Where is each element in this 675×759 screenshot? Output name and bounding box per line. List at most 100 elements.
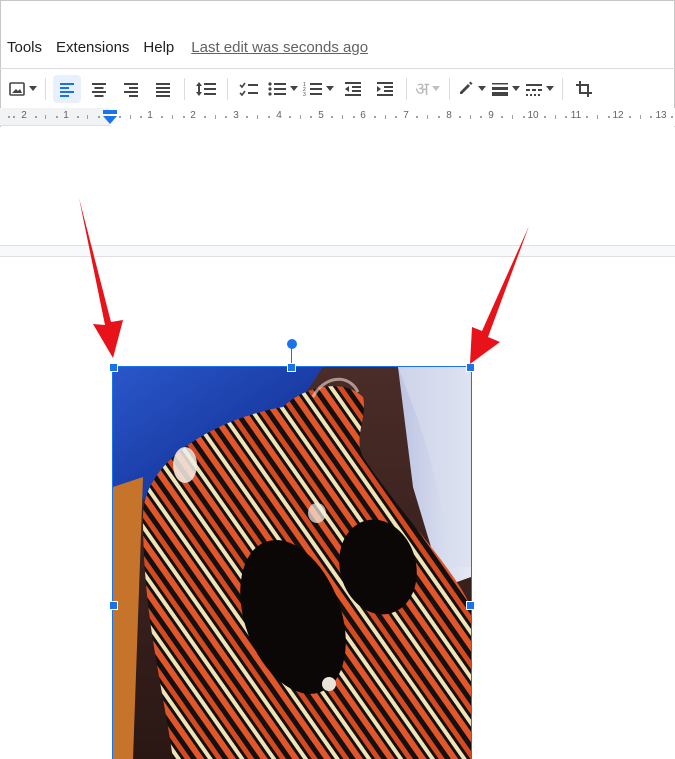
- ruler-tick: [130, 115, 131, 119]
- selected-image[interactable]: [112, 366, 472, 759]
- align-center-button[interactable]: [85, 75, 113, 103]
- page-break: [0, 245, 675, 257]
- ruler-tick: [427, 115, 428, 119]
- ruler-dot: [13, 116, 15, 118]
- ruler-tick: [385, 115, 386, 119]
- ruler-tick: [300, 115, 301, 119]
- ruler-label: 1: [147, 110, 153, 121]
- ruler-tick: [470, 115, 471, 119]
- align-left-button[interactable]: [53, 74, 81, 103]
- numbered-list-icon: 123: [303, 82, 322, 98]
- menu-extensions[interactable]: Extensions: [49, 39, 136, 56]
- increase-indent-icon: [377, 81, 393, 96]
- border-weight-button[interactable]: [491, 75, 521, 103]
- toolbar-divider: [184, 77, 185, 100]
- ruler-dot: [246, 116, 248, 118]
- increase-indent-button[interactable]: [371, 75, 399, 103]
- line-spacing-icon: [196, 81, 216, 96]
- ruler-dot: [480, 116, 482, 118]
- decrease-indent-button[interactable]: [339, 75, 367, 103]
- svg-text:3: 3: [303, 92, 306, 98]
- border-dash-button[interactable]: [525, 75, 555, 103]
- ruler-label: 7: [403, 110, 409, 121]
- checklist-icon: [239, 82, 258, 96]
- menu-bar: Tools Extensions Help Last edit was seco…: [0, 30, 675, 64]
- ruler-dot: [586, 116, 588, 118]
- ruler-label: 1: [63, 110, 69, 121]
- ruler-tick: [597, 115, 598, 119]
- input-tools-button[interactable]: अ: [414, 75, 442, 103]
- ruler-label: 9: [488, 110, 494, 121]
- align-left-icon: [60, 82, 74, 97]
- resize-handle-middle-left[interactable]: [109, 601, 118, 610]
- ruler-dot: [523, 116, 525, 118]
- ruler-dot: [565, 116, 567, 118]
- ruler-label: 12: [612, 110, 624, 121]
- ruler-dot: [268, 116, 270, 118]
- resize-handle-top-left[interactable]: [109, 363, 118, 372]
- ruler-dot: [395, 116, 397, 118]
- decrease-indent-icon: [345, 81, 361, 96]
- align-right-icon: [124, 82, 138, 97]
- crop-icon: [576, 80, 592, 97]
- ruler-dot: [98, 116, 100, 118]
- image-icon: [9, 81, 25, 96]
- hindi-input-icon: अ: [415, 78, 429, 100]
- checklist-button[interactable]: [235, 75, 263, 103]
- ruler-tick: [87, 115, 88, 119]
- indent-marker-icon[interactable]: [102, 110, 118, 124]
- ruler-tick: [512, 115, 513, 119]
- ruler-label: 5: [318, 110, 324, 121]
- ruler-dot: [438, 116, 440, 118]
- resize-handle-middle-right[interactable]: [466, 601, 475, 610]
- crop-button[interactable]: [570, 75, 598, 103]
- numbered-list-button[interactable]: 123: [303, 75, 335, 103]
- ruler-dot: [501, 116, 503, 118]
- line-spacing-button[interactable]: [192, 75, 220, 103]
- menu-help[interactable]: Help: [136, 39, 181, 56]
- align-right-button[interactable]: [117, 75, 145, 103]
- rotate-handle[interactable]: [287, 339, 297, 349]
- border-dash-icon: [526, 83, 542, 96]
- ruler-dot: [331, 116, 333, 118]
- align-justify-button[interactable]: [149, 75, 177, 103]
- ruler-dot: [353, 116, 355, 118]
- ruler-dot: [77, 116, 79, 118]
- ruler-label: 13: [655, 110, 667, 121]
- ruler-dot: [544, 116, 546, 118]
- insert-image-button[interactable]: [8, 75, 38, 103]
- ruler-label: 4: [276, 110, 282, 121]
- ruler-dot: [671, 116, 673, 118]
- chevron-down-icon: [325, 84, 335, 94]
- ruler-tick: [640, 115, 641, 119]
- toolbar: 123 अ: [0, 68, 675, 108]
- last-edit-link[interactable]: Last edit was seconds ago: [191, 39, 368, 56]
- menu-tools[interactable]: Tools: [0, 39, 49, 56]
- resize-handle-top-right[interactable]: [466, 363, 475, 372]
- ruler-label: 10: [527, 110, 539, 121]
- ruler-tick: [172, 115, 173, 119]
- document-page-top[interactable]: [0, 127, 675, 245]
- ruler-tick: [555, 115, 556, 119]
- pencil-icon: [460, 81, 473, 94]
- ruler-label: 6: [360, 110, 366, 121]
- ruler-dot: [161, 116, 163, 118]
- resize-handle-top-center[interactable]: [287, 363, 296, 372]
- ruler-dot: [119, 116, 121, 118]
- ruler-dot: [140, 116, 142, 118]
- ruler-dot: [204, 116, 206, 118]
- border-color-button[interactable]: [457, 75, 487, 103]
- ruler-tick: [45, 115, 46, 119]
- chevron-down-icon: [289, 84, 299, 94]
- toolbar-divider: [227, 77, 228, 100]
- border-weight-icon: [492, 82, 508, 96]
- ruler-dot: [608, 116, 610, 118]
- ruler-tick: [215, 115, 216, 119]
- align-justify-icon: [156, 82, 170, 97]
- toolbar-divider: [406, 77, 407, 100]
- chevron-down-icon: [28, 84, 38, 94]
- toolbar-divider: [449, 77, 450, 100]
- bulleted-list-button[interactable]: [267, 75, 299, 103]
- chevron-down-icon: [477, 84, 487, 94]
- photo-of-striped-clay-figure: [113, 367, 471, 759]
